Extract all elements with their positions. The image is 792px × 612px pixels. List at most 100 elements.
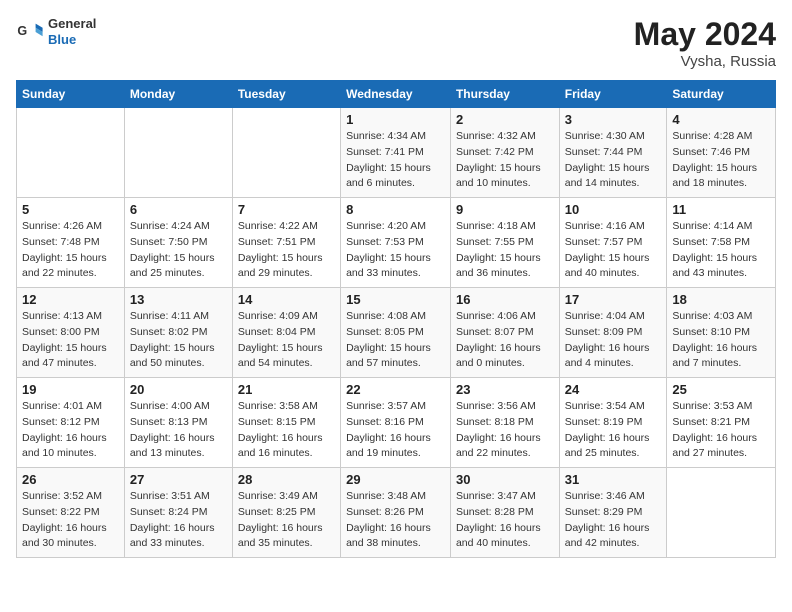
calendar-cell: 11 Sunrise: 4:14 AMSunset: 7:58 PMDayligh…	[667, 198, 776, 288]
day-info: Sunrise: 4:30 AMSunset: 7:44 PMDaylight:…	[565, 129, 662, 192]
logo: G General Blue	[16, 16, 96, 47]
day-number: 7	[238, 202, 335, 217]
day-info: Sunrise: 4:20 AMSunset: 7:53 PMDaylight:…	[346, 219, 445, 282]
day-info: Sunrise: 3:49 AMSunset: 8:25 PMDaylight:…	[238, 489, 335, 552]
calendar-cell	[17, 108, 125, 198]
calendar-cell: 17 Sunrise: 4:04 AMSunset: 8:09 PMDayligh…	[559, 288, 667, 378]
calendar-cell: 2 Sunrise: 4:32 AMSunset: 7:42 PMDaylight…	[450, 108, 559, 198]
title-block: May 2024 Vysha, Russia	[634, 16, 776, 70]
day-info: Sunrise: 4:24 AMSunset: 7:50 PMDaylight:…	[130, 219, 227, 282]
day-info: Sunrise: 3:57 AMSunset: 8:16 PMDaylight:…	[346, 399, 445, 462]
calendar-cell: 21Sunrise: 3:58 AMSunset: 8:15 PMDayligh…	[232, 378, 340, 468]
day-info: Sunrise: 4:26 AMSunset: 7:48 PMDaylight:…	[22, 219, 119, 282]
week-row-4: 19 Sunrise: 4:01 AMSunset: 8:12 PMDayligh…	[17, 378, 776, 468]
month-year: May 2024	[634, 16, 776, 53]
page-header: G General Blue May 2024 Vysha, Russia	[16, 16, 776, 70]
day-info: Sunrise: 4:32 AMSunset: 7:42 PMDaylight:…	[456, 129, 554, 192]
day-number: 27	[130, 472, 227, 487]
day-number: 22	[346, 382, 445, 397]
day-number: 10	[565, 202, 662, 217]
day-number: 29	[346, 472, 445, 487]
calendar-cell: 20 Sunrise: 4:00 AMSunset: 8:13 PMDayligh…	[124, 378, 232, 468]
header-saturday: Saturday	[667, 81, 776, 108]
day-number: 20	[130, 382, 227, 397]
day-number: 28	[238, 472, 335, 487]
day-number: 9	[456, 202, 554, 217]
day-number: 15	[346, 292, 445, 307]
day-number: 4	[672, 112, 770, 127]
header-tuesday: Tuesday	[232, 81, 340, 108]
day-number: 19	[22, 382, 119, 397]
calendar-cell: 30Sunrise: 3:47 AMSunset: 8:28 PMDayligh…	[450, 468, 559, 558]
calendar-cell: 12 Sunrise: 4:13 AMSunset: 8:00 PMDayligh…	[17, 288, 125, 378]
calendar-cell: 27 Sunrise: 3:51 AMSunset: 8:24 PMDayligh…	[124, 468, 232, 558]
calendar-cell: 15Sunrise: 4:08 AMSunset: 8:05 PMDayligh…	[341, 288, 451, 378]
calendar-cell: 8 Sunrise: 4:20 AMSunset: 7:53 PMDaylight…	[341, 198, 451, 288]
calendar-cell: 1Sunrise: 4:34 AMSunset: 7:41 PMDaylight…	[341, 108, 451, 198]
day-info: Sunrise: 3:51 AMSunset: 8:24 PMDaylight:…	[130, 489, 227, 552]
calendar-cell	[124, 108, 232, 198]
day-number: 13	[130, 292, 227, 307]
day-info: Sunrise: 4:04 AMSunset: 8:09 PMDaylight:…	[565, 309, 662, 372]
day-number: 14	[238, 292, 335, 307]
day-number: 31	[565, 472, 662, 487]
day-number: 25	[672, 382, 770, 397]
day-info: Sunrise: 3:46 AMSunset: 8:29 PMDaylight:…	[565, 489, 662, 552]
day-number: 5	[22, 202, 119, 217]
day-info: Sunrise: 4:13 AMSunset: 8:00 PMDaylight:…	[22, 309, 119, 372]
calendar-cell: 5 Sunrise: 4:26 AMSunset: 7:48 PMDaylight…	[17, 198, 125, 288]
header-thursday: Thursday	[450, 81, 559, 108]
calendar-cell: 26Sunrise: 3:52 AMSunset: 8:22 PMDayligh…	[17, 468, 125, 558]
calendar-cell: 23Sunrise: 3:56 AMSunset: 8:18 PMDayligh…	[450, 378, 559, 468]
svg-text:G: G	[17, 23, 27, 37]
day-number: 18	[672, 292, 770, 307]
calendar-cell	[667, 468, 776, 558]
calendar-cell: 9 Sunrise: 4:18 AMSunset: 7:55 PMDaylight…	[450, 198, 559, 288]
day-info: Sunrise: 3:48 AMSunset: 8:26 PMDaylight:…	[346, 489, 445, 552]
day-number: 2	[456, 112, 554, 127]
calendar-cell: 7 Sunrise: 4:22 AMSunset: 7:51 PMDaylight…	[232, 198, 340, 288]
header-sunday: Sunday	[17, 81, 125, 108]
day-info: Sunrise: 4:16 AMSunset: 7:57 PMDaylight:…	[565, 219, 662, 282]
header-monday: Monday	[124, 81, 232, 108]
day-info: Sunrise: 3:52 AMSunset: 8:22 PMDaylight:…	[22, 489, 119, 552]
week-row-5: 26Sunrise: 3:52 AMSunset: 8:22 PMDayligh…	[17, 468, 776, 558]
day-number: 11	[672, 202, 770, 217]
day-info: Sunrise: 4:18 AMSunset: 7:55 PMDaylight:…	[456, 219, 554, 282]
day-number: 1	[346, 112, 445, 127]
day-number: 12	[22, 292, 119, 307]
calendar-cell: 24 Sunrise: 3:54 AMSunset: 8:19 PMDayligh…	[559, 378, 667, 468]
calendar-cell: 14Sunrise: 4:09 AMSunset: 8:04 PMDayligh…	[232, 288, 340, 378]
week-row-1: 1Sunrise: 4:34 AMSunset: 7:41 PMDaylight…	[17, 108, 776, 198]
calendar-cell: 31 Sunrise: 3:46 AMSunset: 8:29 PMDayligh…	[559, 468, 667, 558]
calendar-cell: 22 Sunrise: 3:57 AMSunset: 8:16 PMDayligh…	[341, 378, 451, 468]
logo-icon: G	[16, 18, 44, 46]
calendar-header-row: SundayMondayTuesdayWednesdayThursdayFrid…	[17, 81, 776, 108]
day-number: 6	[130, 202, 227, 217]
day-info: Sunrise: 4:06 AMSunset: 8:07 PMDaylight:…	[456, 309, 554, 372]
day-info: Sunrise: 4:22 AMSunset: 7:51 PMDaylight:…	[238, 219, 335, 282]
calendar-cell: 28 Sunrise: 3:49 AMSunset: 8:25 PMDayligh…	[232, 468, 340, 558]
day-number: 30	[456, 472, 554, 487]
day-info: Sunrise: 4:01 AMSunset: 8:12 PMDaylight:…	[22, 399, 119, 462]
day-number: 17	[565, 292, 662, 307]
day-info: Sunrise: 4:03 AMSunset: 8:10 PMDaylight:…	[672, 309, 770, 372]
day-info: Sunrise: 4:28 AMSunset: 7:46 PMDaylight:…	[672, 129, 770, 192]
day-number: 8	[346, 202, 445, 217]
calendar-cell: 25Sunrise: 3:53 AMSunset: 8:21 PMDayligh…	[667, 378, 776, 468]
day-number: 21	[238, 382, 335, 397]
day-info: Sunrise: 3:54 AMSunset: 8:19 PMDaylight:…	[565, 399, 662, 462]
day-info: Sunrise: 4:11 AMSunset: 8:02 PMDaylight:…	[130, 309, 227, 372]
calendar-cell	[232, 108, 340, 198]
calendar-cell: 3Sunrise: 4:30 AMSunset: 7:44 PMDaylight…	[559, 108, 667, 198]
day-info: Sunrise: 4:00 AMSunset: 8:13 PMDaylight:…	[130, 399, 227, 462]
calendar-cell: 4 Sunrise: 4:28 AMSunset: 7:46 PMDaylight…	[667, 108, 776, 198]
week-row-3: 12 Sunrise: 4:13 AMSunset: 8:00 PMDayligh…	[17, 288, 776, 378]
calendar-cell: 10 Sunrise: 4:16 AMSunset: 7:57 PMDayligh…	[559, 198, 667, 288]
day-info: Sunrise: 3:56 AMSunset: 8:18 PMDaylight:…	[456, 399, 554, 462]
day-info: Sunrise: 4:14 AMSunset: 7:58 PMDaylight:…	[672, 219, 770, 282]
calendar-cell: 16Sunrise: 4:06 AMSunset: 8:07 PMDayligh…	[450, 288, 559, 378]
calendar-cell: 29 Sunrise: 3:48 AMSunset: 8:26 PMDayligh…	[341, 468, 451, 558]
day-number: 24	[565, 382, 662, 397]
week-row-2: 5 Sunrise: 4:26 AMSunset: 7:48 PMDaylight…	[17, 198, 776, 288]
